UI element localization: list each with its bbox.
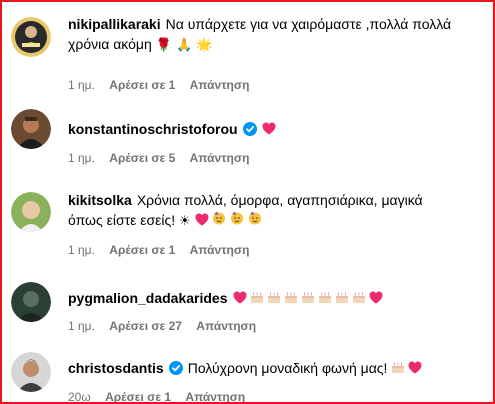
cake-icon [318, 289, 332, 303]
avatar[interactable] [11, 109, 51, 149]
heart-icon [195, 211, 209, 226]
comment-text-line: χρόνια ακόμη 🌹 🙏 🌟 [68, 34, 487, 56]
cake-icon [301, 289, 315, 303]
reply-button[interactable]: Απάντηση [185, 390, 245, 402]
verified-badge-icon [242, 121, 257, 136]
cake-icon [284, 289, 298, 303]
emoji-group: 🌹 🙏 🌟 [155, 38, 213, 53]
reply-button[interactable]: Απάντηση [196, 319, 256, 333]
likes-count[interactable]: Αρέσει σε 27 [109, 319, 182, 333]
party-face-icon [248, 211, 262, 228]
comment-content-cont: χρόνια ακόμη [68, 36, 152, 52]
reply-button[interactable]: Απάντηση [190, 243, 250, 257]
avatar[interactable] [11, 17, 51, 57]
likes-count[interactable]: Αρέσει σε 1 [109, 78, 175, 92]
comment-username[interactable]: kikitsolka [68, 192, 132, 208]
sun-icon: ☀ [179, 214, 191, 229]
comment-meta: 1 ημ. Αρέσει σε 5 Απάντηση [68, 151, 260, 165]
comment-content: Χρόνια πολλά, όμορφα, αγαπησιάρικα, μαγι… [136, 192, 423, 208]
reply-button[interactable]: Απάντηση [190, 151, 250, 165]
comment-content: Πολύχρονη μοναδική φωνή μας! [187, 360, 388, 376]
comment-username[interactable]: konstantinoschristoforou [68, 121, 238, 137]
likes-count[interactable]: Αρέσει σε 1 [109, 243, 175, 257]
heart-icon [233, 289, 247, 304]
cake-icon [352, 289, 366, 303]
cake-icon [335, 289, 349, 303]
comment-text: nikipallikaraki Να υπάρχετε για να χαιρόμ… [68, 14, 487, 34]
likes-count[interactable]: Αρέσει σε 1 [105, 390, 171, 402]
avatar[interactable] [11, 282, 51, 322]
heart-icon [369, 289, 383, 304]
comment-time: 1 ημ. [68, 243, 95, 257]
comments-panel: nikipallikaraki Να υπάρχετε για να χαιρόμ… [0, 0, 495, 404]
cake-icon [267, 289, 281, 303]
comment-time: 1 ημ. [68, 78, 95, 92]
comment-time: 20ω [68, 390, 91, 404]
comment-time: 1 ημ. [68, 319, 95, 333]
comment-meta: 1 ημ. Αρέσει σε 27 Απάντηση [68, 319, 267, 333]
heart-icon [408, 359, 422, 374]
reply-button[interactable]: Απάντηση [190, 78, 250, 92]
likes-count[interactable]: Αρέσει σε 5 [109, 151, 175, 165]
verified-badge-icon [168, 360, 183, 375]
party-face-icon [212, 211, 226, 228]
cake-icon [250, 289, 264, 303]
comment-content-cont: όπως είστε εσείς! [68, 212, 176, 228]
comment-username[interactable]: christosdantis [68, 360, 164, 376]
comment-username[interactable]: pygmalion_dadakarides [68, 290, 228, 306]
avatar[interactable] [11, 352, 51, 392]
comment-content: Να υπάρχετε για να χαιρόμαστε ,πολλά πολ… [165, 16, 452, 32]
heart-icon [262, 120, 276, 135]
cake-icon [391, 359, 405, 373]
comment-meta: 1 ημ. Αρέσει σε 1 Απάντηση [68, 78, 260, 92]
comment-meta: 1 ημ. Αρέσει σε 1 Απάντηση [68, 243, 260, 257]
comment-username[interactable]: nikipallikaraki [68, 16, 161, 32]
comment-time: 1 ημ. [68, 151, 95, 165]
avatar[interactable] [11, 192, 51, 232]
comment-meta: 20ω Αρέσει σε 1 Απάντηση [68, 390, 256, 404]
party-face-icon [230, 211, 244, 228]
